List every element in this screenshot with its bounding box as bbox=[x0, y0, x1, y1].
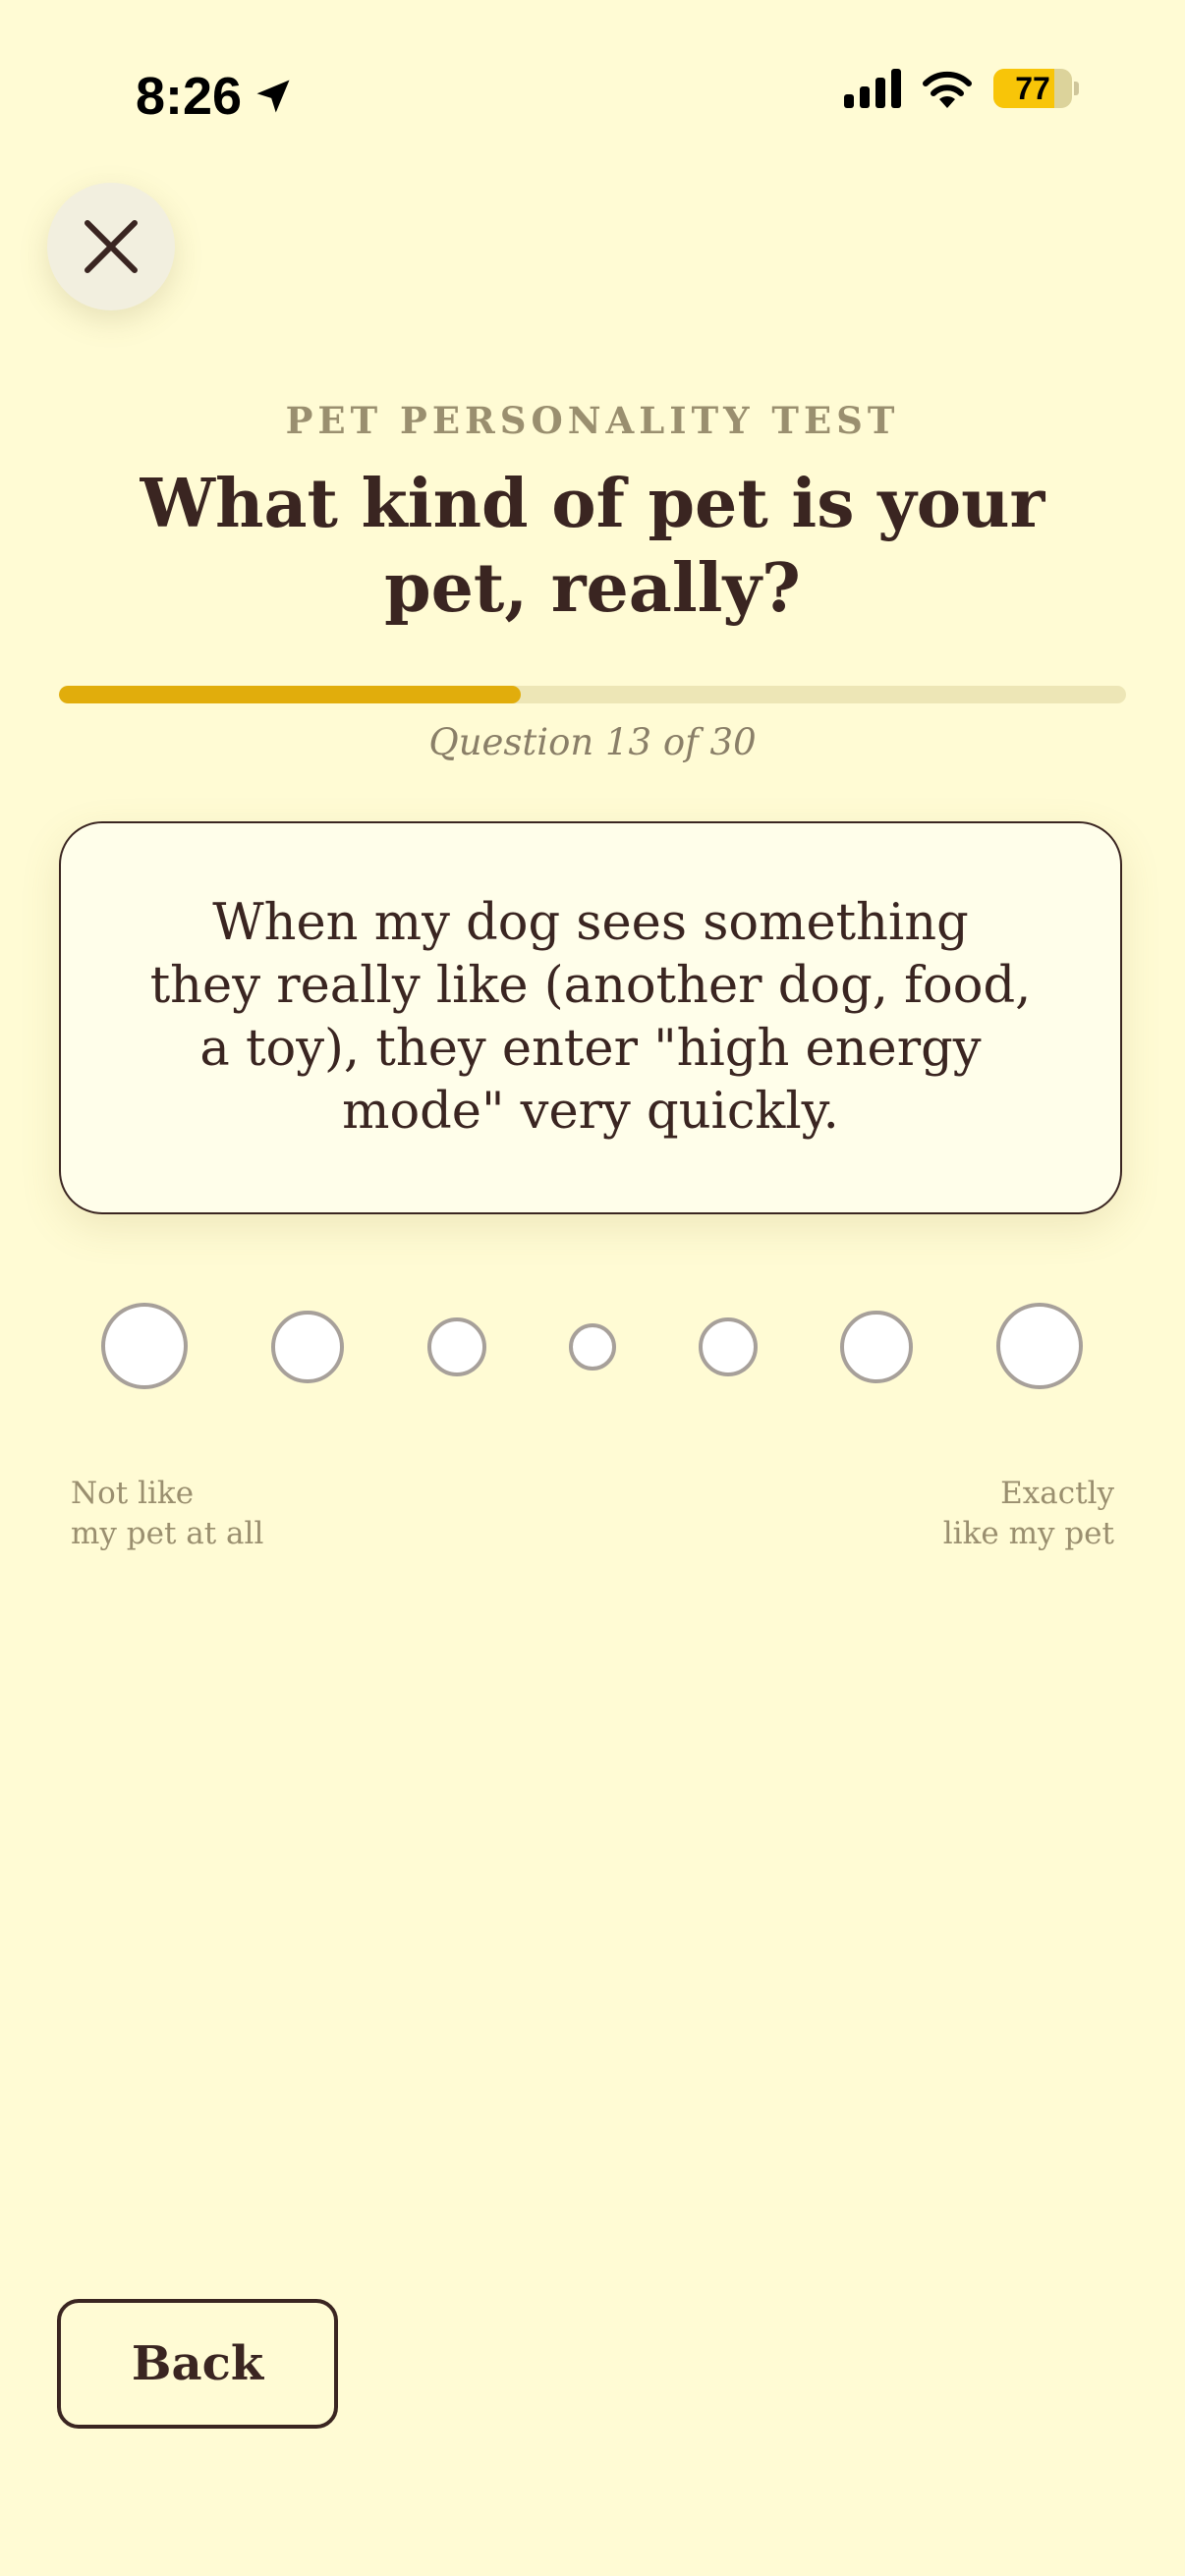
scale-option-5[interactable] bbox=[699, 1317, 758, 1376]
progress-label: Question 13 of 30 bbox=[428, 721, 757, 763]
scale-label-max-line1: Exactly bbox=[1000, 1476, 1114, 1511]
status-time-text: 8:26 bbox=[136, 67, 243, 126]
question-card: When my dog sees something they really l… bbox=[59, 821, 1122, 1214]
scale-option-6[interactable] bbox=[840, 1311, 913, 1383]
battery-icon: 77 bbox=[993, 69, 1072, 108]
scale-label-min-line2: my pet at all bbox=[71, 1516, 264, 1551]
battery-cap bbox=[1074, 82, 1079, 95]
page-title: What kind of pet is your pet, really? bbox=[140, 465, 1045, 628]
scale-option-4[interactable] bbox=[569, 1323, 616, 1371]
quiz-eyebrow: PET PERSONALITY TEST bbox=[285, 399, 900, 442]
cellular-signal-icon bbox=[844, 69, 901, 108]
scale-label-min: Not like my pet at all bbox=[71, 1474, 263, 1554]
status-icons: 77 bbox=[844, 69, 1079, 108]
status-time: 8:26 bbox=[136, 65, 295, 128]
back-button[interactable]: Back bbox=[57, 2299, 338, 2429]
scale-option-2[interactable] bbox=[271, 1311, 344, 1383]
progress-bar-fill bbox=[59, 686, 522, 703]
scale-option-1[interactable] bbox=[101, 1303, 188, 1389]
location-arrow-icon bbox=[256, 80, 290, 113]
battery-level: 77 bbox=[1015, 70, 1050, 106]
scale-option-7[interactable] bbox=[996, 1303, 1083, 1389]
scale-label-max: Exactly like my pet bbox=[943, 1474, 1114, 1554]
close-button[interactable] bbox=[47, 183, 175, 310]
question-text: When my dog sees something they really l… bbox=[149, 894, 1032, 1141]
progress-bar bbox=[59, 686, 1126, 703]
scale-option-3[interactable] bbox=[427, 1317, 486, 1376]
close-icon bbox=[85, 220, 138, 273]
scale-label-min-line1: Not like bbox=[71, 1476, 195, 1511]
wifi-icon bbox=[923, 71, 972, 108]
scale-label-max-line2: like my pet bbox=[942, 1516, 1114, 1551]
